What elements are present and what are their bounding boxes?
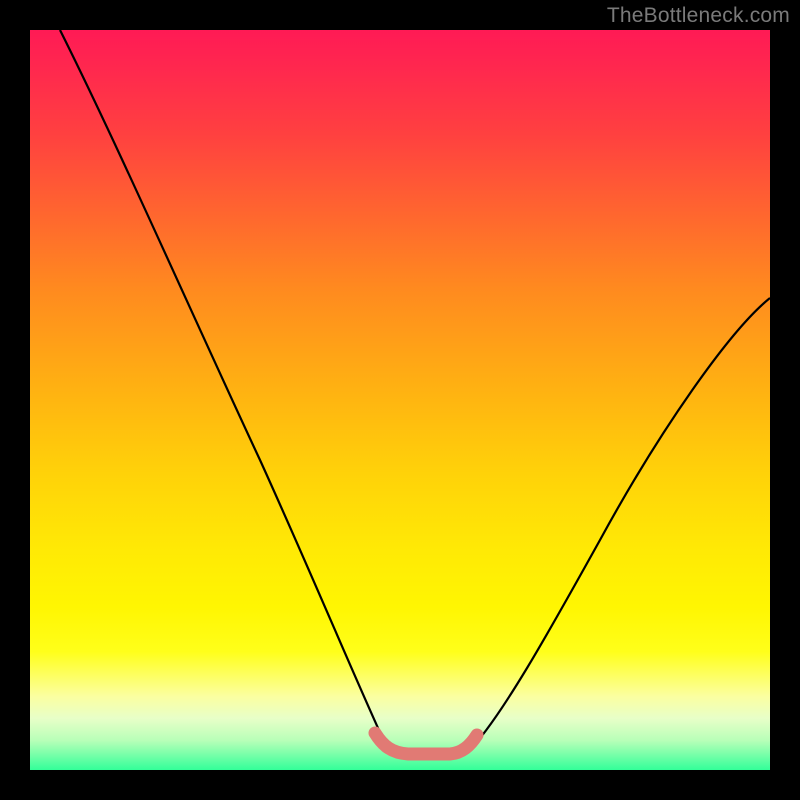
watermark-text: TheBottleneck.com xyxy=(607,4,790,28)
chart-frame: TheBottleneck.com xyxy=(0,0,800,800)
chart-svg xyxy=(30,30,770,770)
right-curve xyxy=(467,298,770,753)
chart-plot-area xyxy=(30,30,770,770)
highlight-floor xyxy=(375,733,477,754)
left-curve xyxy=(60,30,388,750)
